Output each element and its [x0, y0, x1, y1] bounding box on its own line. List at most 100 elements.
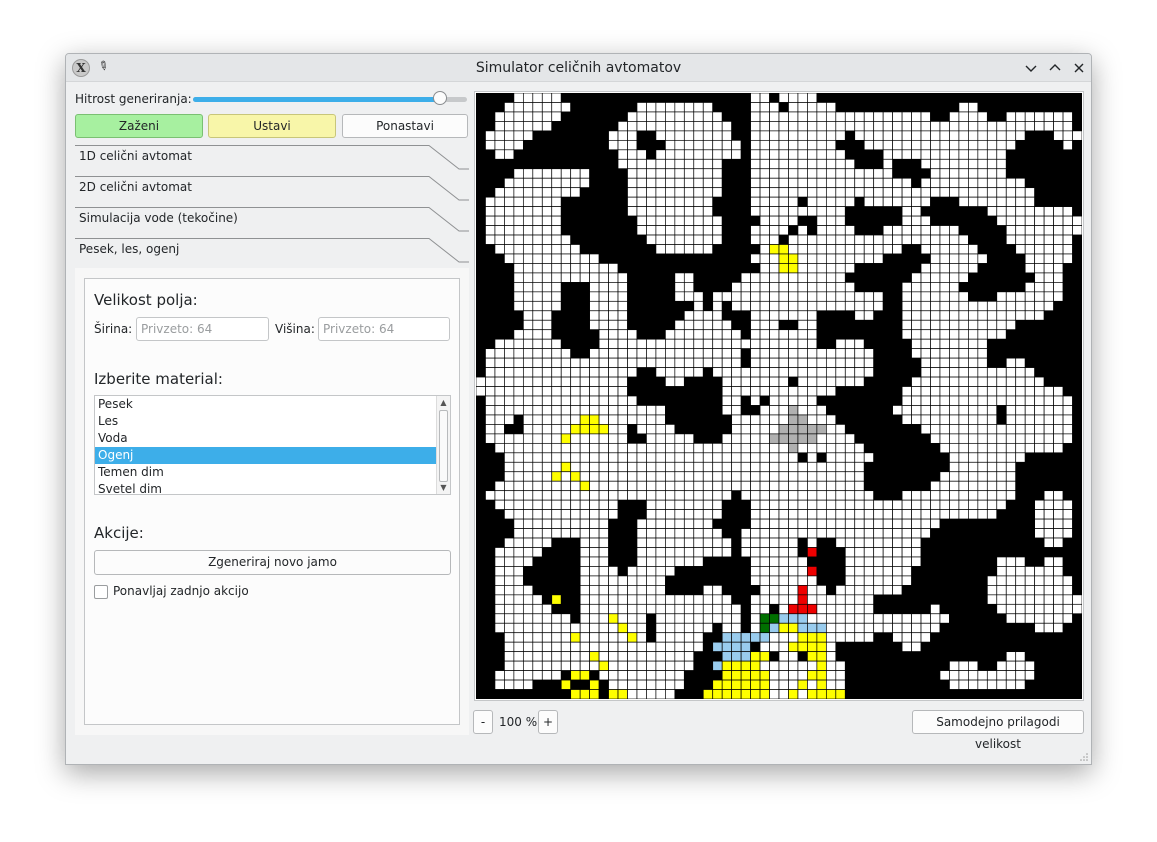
wall-cell[interactable] — [892, 689, 903, 699]
empty-cell[interactable] — [769, 149, 780, 160]
empty-cell[interactable] — [769, 263, 780, 274]
empty-cell[interactable] — [636, 537, 647, 548]
empty-cell[interactable] — [759, 139, 770, 151]
empty-cell[interactable] — [778, 442, 789, 454]
empty-cell[interactable] — [532, 386, 543, 397]
empty-cell[interactable] — [920, 509, 931, 520]
empty-cell[interactable] — [646, 424, 657, 435]
empty-cell[interactable] — [721, 319, 733, 331]
empty-cell[interactable] — [949, 272, 960, 283]
empty-cell[interactable] — [920, 244, 931, 255]
wall-cell[interactable] — [930, 641, 941, 653]
wall-cell[interactable] — [892, 367, 903, 378]
empty-cell[interactable] — [551, 480, 562, 492]
wall-cell[interactable] — [882, 395, 893, 406]
empty-cell[interactable] — [485, 139, 496, 151]
empty-cell[interactable] — [844, 490, 856, 501]
wall-cell[interactable] — [740, 585, 751, 596]
empty-cell[interactable] — [655, 594, 666, 605]
water-cell[interactable] — [788, 613, 799, 624]
empty-cell[interactable] — [1015, 660, 1026, 671]
empty-cell[interactable] — [683, 158, 695, 170]
wall-cell[interactable] — [930, 93, 941, 103]
sand-cell[interactable] — [807, 651, 818, 662]
wall-cell[interactable] — [541, 130, 553, 141]
minimize-button[interactable] — [1022, 59, 1040, 77]
wall-cell[interactable] — [968, 689, 979, 699]
empty-cell[interactable] — [532, 395, 543, 406]
empty-cell[interactable] — [1043, 300, 1054, 312]
empty-cell[interactable] — [1034, 442, 1045, 454]
wall-cell[interactable] — [683, 575, 695, 586]
sand-cell[interactable] — [608, 689, 619, 699]
empty-cell[interactable] — [901, 177, 912, 189]
empty-cell[interactable] — [750, 367, 761, 378]
empty-cell[interactable] — [589, 528, 600, 539]
empty-cell[interactable] — [825, 168, 837, 179]
wall-cell[interactable] — [485, 452, 496, 463]
empty-cell[interactable] — [560, 452, 572, 463]
wall-cell[interactable] — [854, 158, 865, 170]
wall-cell[interactable] — [579, 225, 590, 236]
empty-cell[interactable] — [986, 480, 998, 492]
empty-cell[interactable] — [863, 168, 875, 179]
empty-cell[interactable] — [825, 225, 837, 236]
empty-cell[interactable] — [617, 461, 628, 473]
wall-cell[interactable] — [740, 613, 751, 624]
empty-cell[interactable] — [769, 405, 780, 416]
empty-cell[interactable] — [1015, 603, 1026, 615]
wall-cell[interactable] — [608, 158, 619, 170]
wall-cell[interactable] — [854, 689, 865, 699]
empty-cell[interactable] — [1053, 234, 1064, 245]
empty-cell[interactable] — [977, 348, 988, 359]
empty-cell[interactable] — [608, 405, 619, 416]
wall-cell[interactable] — [608, 528, 619, 539]
wall-cell[interactable] — [655, 395, 666, 406]
empty-cell[interactable] — [617, 149, 628, 160]
empty-cell[interactable] — [646, 111, 657, 122]
wall-cell[interactable] — [844, 660, 856, 671]
empty-cell[interactable] — [759, 319, 770, 331]
empty-cell[interactable] — [721, 480, 733, 492]
empty-cell[interactable] — [778, 367, 789, 378]
empty-cell[interactable] — [541, 613, 553, 624]
wall-cell[interactable] — [665, 263, 676, 274]
empty-cell[interactable] — [958, 471, 969, 482]
wall-cell[interactable] — [873, 679, 884, 690]
wall-cell[interactable] — [617, 253, 628, 264]
empty-cell[interactable] — [1072, 225, 1082, 236]
empty-cell[interactable] — [873, 556, 884, 567]
wall-cell[interactable] — [570, 566, 581, 577]
empty-cell[interactable] — [750, 613, 761, 624]
wall-cell[interactable] — [617, 234, 628, 245]
wall-cell[interactable] — [1024, 679, 1036, 690]
wall-cell[interactable] — [485, 632, 496, 643]
wall-cell[interactable] — [873, 490, 884, 501]
wall-cell[interactable] — [627, 319, 638, 331]
empty-cell[interactable] — [807, 480, 818, 492]
wall-cell[interactable] — [1053, 139, 1064, 151]
empty-cell[interactable] — [655, 121, 666, 132]
wall-cell[interactable] — [797, 651, 808, 662]
empty-cell[interactable] — [949, 461, 960, 473]
empty-cell[interactable] — [873, 518, 884, 529]
empty-cell[interactable] — [646, 566, 657, 577]
wall-cell[interactable] — [522, 689, 534, 699]
width-field[interactable]: Privzeto: 64 — [136, 317, 269, 341]
empty-cell[interactable] — [816, 234, 827, 245]
wall-cell[interactable] — [901, 357, 912, 368]
wall-cell[interactable] — [1034, 93, 1045, 103]
empty-cell[interactable] — [958, 461, 969, 473]
empty-cell[interactable] — [958, 367, 969, 378]
empty-cell[interactable] — [541, 215, 553, 226]
empty-cell[interactable] — [968, 177, 979, 189]
empty-cell[interactable] — [920, 234, 931, 245]
empty-cell[interactable] — [986, 329, 998, 340]
wall-cell[interactable] — [882, 603, 893, 615]
wall-cell[interactable] — [504, 518, 515, 529]
empty-cell[interactable] — [1015, 442, 1026, 454]
wall-cell[interactable] — [1072, 102, 1082, 113]
empty-cell[interactable] — [608, 282, 619, 293]
wall-cell[interactable] — [968, 594, 979, 605]
empty-cell[interactable] — [1024, 206, 1036, 217]
